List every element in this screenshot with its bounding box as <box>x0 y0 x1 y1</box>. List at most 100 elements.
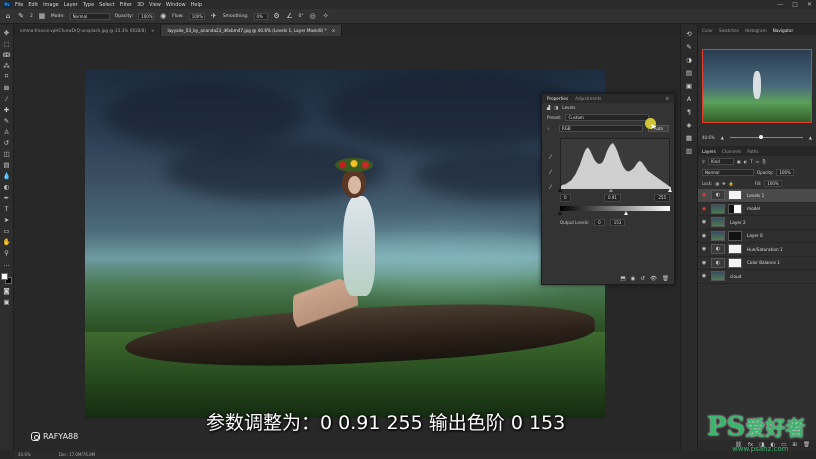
zoom-out-icon[interactable]: ▲ <box>721 135 724 140</box>
navigator-preview[interactable] <box>702 49 812 123</box>
zoom-slider-knob[interactable] <box>759 135 764 139</box>
menu-file[interactable]: File <box>15 2 23 8</box>
tab-layers[interactable]: Layers <box>702 149 716 154</box>
layer-row[interactable]: ◉ model <box>698 203 816 216</box>
lasso-tool-icon[interactable]: ↂ <box>2 50 12 59</box>
filter-adjust-icon[interactable]: ◐ <box>744 159 748 164</box>
pressure-size-icon[interactable]: ◎ <box>309 12 317 20</box>
layer-name[interactable]: Layer 0 <box>747 233 763 238</box>
layer-thumbnail[interactable]: ◐ <box>711 244 725 255</box>
tab-close-icon[interactable]: × <box>332 28 336 33</box>
menu-3d[interactable]: 3D <box>137 2 144 8</box>
layer-row[interactable]: ◉ Layer 0 <box>698 230 816 243</box>
smoothing-gear-icon[interactable]: ⚙ <box>273 12 281 20</box>
eraser-tool-icon[interactable]: ◫ <box>2 149 12 158</box>
symmetry-icon[interactable]: ✧ <box>322 12 330 20</box>
hand-tool-icon[interactable]: ✋ <box>2 237 12 246</box>
blur-tool-icon[interactable]: 💧 <box>2 171 12 180</box>
layer-row[interactable]: ◉ ◐ Levels 1 <box>698 189 816 203</box>
layer-row[interactable]: ◉ Layer 2 <box>698 216 816 230</box>
type-tool-icon[interactable]: T <box>2 204 12 213</box>
tab-histogram[interactable]: Histogram <box>745 28 767 33</box>
quick-select-tool-icon[interactable]: ⁂ <box>2 61 12 70</box>
view-previous-icon[interactable]: ◉ <box>631 276 636 282</box>
menu-window[interactable]: Window <box>166 2 186 8</box>
layer-name[interactable]: cloud <box>730 274 741 279</box>
pen-tool-icon[interactable]: ✒ <box>2 193 12 202</box>
layer-thumbnail[interactable] <box>711 230 725 241</box>
layer-thumbnail[interactable]: ◐ <box>711 257 725 268</box>
tab-document-2[interactable]: layyalie_03_by_ananda23_d6sbm47.jpg @ 40… <box>161 25 343 36</box>
filter-smart-icon[interactable]: ⎘ <box>762 159 765 164</box>
menu-view[interactable]: View <box>149 2 161 8</box>
layer-mask-thumbnail[interactable] <box>728 203 742 214</box>
navigator-zoom-slider[interactable] <box>729 135 803 139</box>
layer-visibility-icon[interactable]: ◉ <box>700 260 708 266</box>
output-white-field[interactable]: 153 <box>609 219 626 226</box>
black-point-eyedropper-icon[interactable]: ⁄ <box>547 154 554 161</box>
visibility-icon[interactable]: 👁 <box>650 276 657 282</box>
layer-visibility-icon[interactable]: ◉ <box>700 206 708 212</box>
dodge-tool-icon[interactable]: ◐ <box>2 182 12 191</box>
quick-mask-icon[interactable]: ◙ <box>2 286 12 295</box>
layer-visibility-icon[interactable]: ◉ <box>700 219 708 225</box>
opacity-field[interactable]: 100% <box>138 12 155 20</box>
smoothing-field[interactable]: 0% <box>253 12 268 20</box>
layer-name[interactable]: Hue/Saturation 1 <box>747 247 783 252</box>
layer-mask-thumbnail[interactable] <box>728 230 742 241</box>
layer-name[interactable]: Layer 2 <box>730 220 746 225</box>
fill-field[interactable]: 100% <box>764 180 782 187</box>
history-panel-icon[interactable]: ⟲ <box>684 29 694 39</box>
zoom-in-icon[interactable]: ▲ <box>809 135 812 140</box>
menu-select[interactable]: Select <box>99 2 114 8</box>
libraries-panel-icon[interactable]: ▣ <box>684 81 694 91</box>
frame-tool-icon[interactable]: ⊠ <box>2 83 12 92</box>
layer-visibility-icon[interactable]: ◉ <box>700 273 708 279</box>
delete-layer-icon[interactable]: 🗑 <box>803 442 810 448</box>
history-brush-icon[interactable]: ↺ <box>2 138 12 147</box>
minimize-button[interactable]: — <box>777 1 783 8</box>
menu-filter[interactable]: Filter <box>120 2 132 8</box>
output-black-field[interactable]: 0 <box>594 219 605 226</box>
brush-tool-icon-left[interactable]: ✎ <box>2 116 12 125</box>
layer-mask-thumbnail[interactable] <box>728 244 742 255</box>
layer-name[interactable]: Levels 1 <box>747 193 764 198</box>
output-white-slider[interactable] <box>623 211 628 215</box>
tab-properties[interactable]: Properties <box>547 96 568 101</box>
color-swatches[interactable] <box>1 273 12 284</box>
tab-navigator[interactable]: Navigator <box>773 28 794 33</box>
document-canvas-image[interactable] <box>85 70 605 418</box>
tab-paths[interactable]: Paths <box>747 149 758 154</box>
more-tools-icon[interactable]: … <box>2 259 12 268</box>
brush-size-value[interactable]: 2 <box>30 14 33 19</box>
airbrush-icon[interactable]: ✈ <box>210 12 218 20</box>
reset-icon[interactable]: ↺ <box>640 276 645 282</box>
eyedropper-tool-icon[interactable]: ⁄ <box>2 94 12 103</box>
lock-all-icon[interactable]: 🔒 <box>729 181 734 186</box>
tab-adjustments[interactable]: Adjustments <box>575 96 601 101</box>
layer-thumbnail[interactable]: ◐ <box>711 190 725 201</box>
channel-select[interactable]: RGB <box>559 125 643 132</box>
maximize-button[interactable]: □ <box>792 1 798 8</box>
filter-kind-select[interactable]: Kind <box>707 158 734 165</box>
layer-mask-thumbnail[interactable] <box>728 190 742 201</box>
delete-icon[interactable]: 🗑 <box>662 276 669 282</box>
zoom-tool-icon[interactable]: ⚲ <box>2 248 12 257</box>
layer-row[interactable]: ◉ cloud <box>698 270 816 284</box>
healing-tool-icon[interactable]: ✚ <box>2 105 12 114</box>
filter-shape-icon[interactable]: ▭ <box>756 159 760 164</box>
layer-opacity-field[interactable]: 100% <box>776 169 794 176</box>
layer-row[interactable]: ◉ ◐ Color Balance 1 <box>698 257 816 270</box>
target-adjust-icon[interactable]: ☝ <box>547 126 555 131</box>
input-white-slider[interactable] <box>667 188 672 192</box>
brush-settings-icon[interactable]: ▦ <box>38 12 46 20</box>
input-black-slider[interactable] <box>557 188 562 192</box>
layer-thumbnail[interactable] <box>711 271 725 282</box>
new-layer-icon[interactable]: ⊞ <box>792 442 797 448</box>
properties-panel-icon[interactable]: ▤ <box>684 68 694 78</box>
tab-swatches[interactable]: Swatches <box>719 28 739 33</box>
foreground-color-swatch[interactable] <box>1 273 8 280</box>
swatches-panel-icon[interactable]: ▦ <box>684 133 694 143</box>
menu-edit[interactable]: Edit <box>28 2 38 8</box>
menu-help[interactable]: Help <box>191 2 202 8</box>
